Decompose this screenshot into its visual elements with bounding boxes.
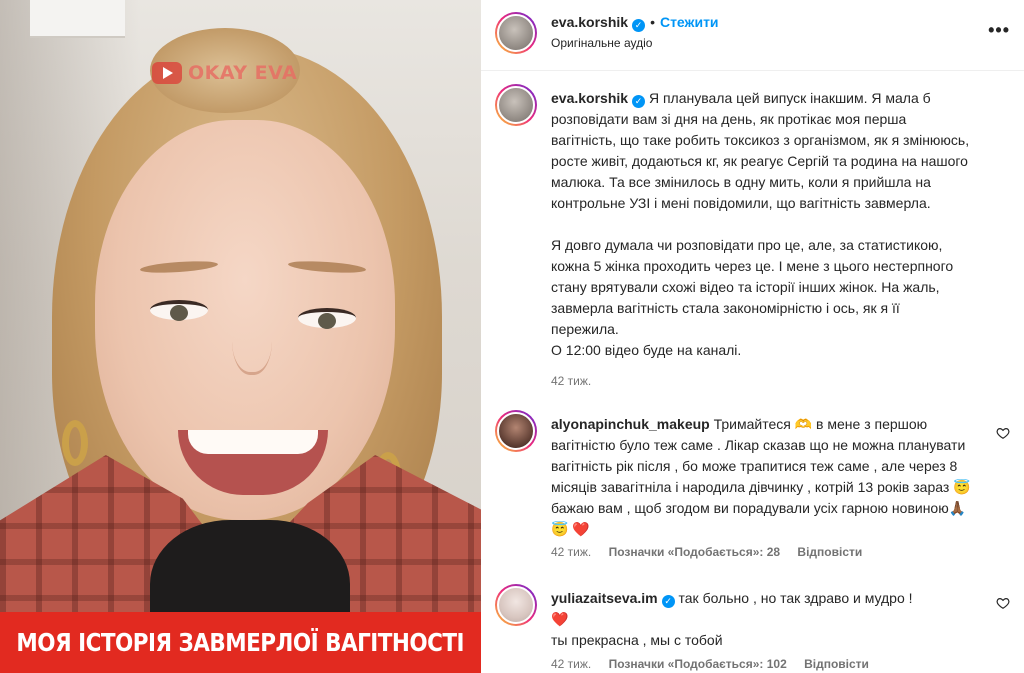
caption-avatar[interactable] [495,84,537,126]
caption-meta: 42 тиж. [551,374,605,388]
post-caption: eva.korshik ✓ Я планувала цей випуск інак… [551,88,971,361]
reply-button[interactable]: Відповісти [804,657,869,671]
video-title-text: МОЯ ІСТОРІЯ ЗАВМЕРЛОЇ ВАГІТНОСТІ [16,628,465,657]
more-options-icon[interactable]: ••• [988,20,1010,41]
header-author-line: eva.korshik ✓ • Стежити [551,14,719,32]
comment-avatar[interactable] [495,584,537,626]
comment-2-meta: 42 тиж. Позначки «Подобається»: 102 Відп… [551,657,883,671]
header-separator: • [650,14,655,30]
caption-username[interactable]: eva.korshik [551,90,628,106]
wall-fixture [30,0,125,38]
watermark-text: OKAY EVA [188,62,298,84]
video-title-banner: МОЯ ІСТОРІЯ ЗАВМЕРЛОЇ ВАГІТНОСТІ [0,612,481,673]
like-comment-heart-icon[interactable] [996,596,1010,613]
comment-time[interactable]: 42 тиж. [551,657,591,671]
comment-avatar[interactable] [495,410,537,452]
comment-2: yuliazaitseva.im ✓ так больно , но так зд… [551,588,981,651]
comment-username[interactable]: yuliazaitseva.im [551,590,658,606]
caption-paragraph-1: eva.korshik ✓ Я планувала цей випуск інак… [551,88,971,214]
verified-badge-icon: ✓ [632,19,646,32]
comment-heart-emoji: ❤️ [551,611,569,627]
left-eye [150,300,208,321]
comment-text: так больно , но так здраво и мудро ! [678,590,913,606]
audio-link[interactable]: Оригінальне аудіо [551,36,652,50]
comment-text: Тримайтеся 🫶 в мене з першою вагітністю … [551,416,971,537]
channel-watermark: OKAY EVA [152,62,297,84]
caption-paragraph-3: О 12:00 відео буде на каналі. [551,342,742,358]
caption-paragraph-2: Я довго думала чи розповідати про це, ал… [551,237,954,337]
post-panel: eva.korshik ✓ • Стежити Оригінальне аудіо •… [481,0,1024,673]
caption-time[interactable]: 42 тиж. [551,374,591,388]
author-username[interactable]: eva.korshik [551,14,628,30]
comment-text-line-3: ты прекрасна , мы с тобой [551,632,723,648]
like-comment-heart-icon[interactable] [996,426,1010,443]
follow-button[interactable]: Стежити [660,14,719,30]
author-avatar[interactable] [495,12,537,54]
youtube-icon [152,62,182,84]
nose [232,300,272,375]
verified-badge-icon: ✓ [632,95,646,108]
comment-1-meta: 42 тиж. Позначки «Подобається»: 28 Відпо… [551,545,876,559]
comment-1: alyonapinchuk_makeup Тримайтеся 🫶 в мене… [551,414,981,540]
comment-likes[interactable]: Позначки «Подобається»: 102 [609,657,787,671]
reply-button[interactable]: Відповісти [797,545,862,559]
comment-likes[interactable]: Позначки «Подобається»: 28 [609,545,780,559]
post-header: eva.korshik ✓ • Стежити Оригінальне аудіо •… [481,0,1024,71]
caption-text-1: Я планувала цей випуск інакшим. Я мала б… [551,90,970,211]
left-earring [62,420,88,466]
right-eye [298,308,356,329]
verified-badge-icon: ✓ [661,595,675,608]
comment-time[interactable]: 42 тиж. [551,545,591,559]
comment-username[interactable]: alyonapinchuk_makeup [551,416,710,432]
reel-video[interactable]: OKAY EVA МОЯ ІСТОРІЯ ЗАВМЕРЛОЇ ВАГІТНОСТ… [0,0,481,673]
